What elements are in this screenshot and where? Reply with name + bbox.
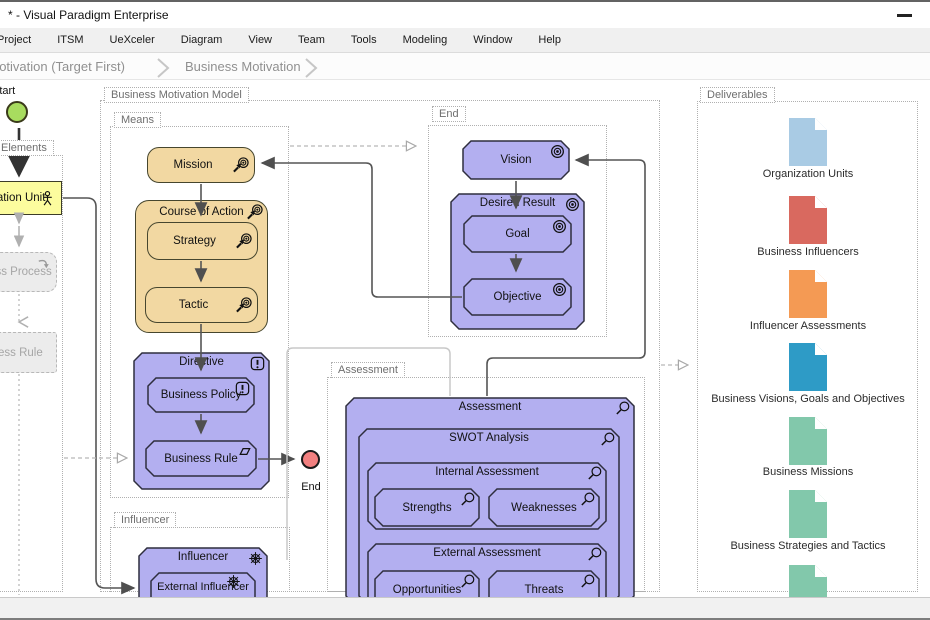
goal-node[interactable]: Goal [463, 215, 572, 253]
magnifier-icon [459, 573, 476, 590]
window-title: * - Visual Paradigm Enterprise [8, 8, 169, 22]
actor-icon [39, 190, 56, 207]
document-icon[interactable] [789, 270, 827, 318]
menu-uexceler[interactable]: UeXceler [97, 34, 168, 46]
dart-icon [246, 204, 263, 221]
deliverable-label: Business Strategies and Tactics [698, 540, 918, 552]
document-icon[interactable] [789, 343, 827, 391]
start-node[interactable] [6, 101, 28, 123]
menu-help[interactable]: Help [525, 34, 574, 46]
opportunities-node[interactable]: Opportunities [374, 570, 480, 597]
magnifier-icon [579, 491, 596, 508]
helm-wheel-icon [247, 550, 264, 567]
document-icon[interactable] [789, 565, 827, 597]
menu-view[interactable]: View [235, 34, 285, 46]
menu-window[interactable]: Window [460, 34, 525, 46]
deliverable-label: Business Visions, Goals and Objectives [698, 393, 918, 405]
bullseye-icon [551, 281, 568, 298]
deliverable-label: Influencer Assessments [698, 320, 918, 332]
org-unit-node[interactable]: Organization Unit [0, 181, 62, 215]
bullseye-icon [551, 218, 568, 235]
threats-node[interactable]: Threats [488, 570, 600, 597]
elements-group-label[interactable]: Elements [0, 140, 54, 156]
magnifier-icon [459, 491, 476, 508]
helm-wheel-icon [225, 573, 242, 590]
breadcrumb-item-current[interactable]: Business Motivation [185, 59, 301, 74]
document-icon[interactable] [789, 490, 827, 538]
external-influencer-node[interactable]: External Influencer [150, 572, 256, 597]
menu-modeling[interactable]: Modeling [390, 34, 461, 46]
menu-itsm[interactable]: ITSM [44, 34, 96, 46]
minimize-button[interactable] [897, 14, 912, 17]
document-icon[interactable] [789, 118, 827, 166]
deliverable-label: Business Influencers [698, 246, 918, 258]
magnifier-icon [614, 400, 631, 417]
end-node-label: End [287, 481, 335, 493]
mission-node[interactable]: Mission [147, 147, 255, 183]
vision-node[interactable]: Vision [462, 140, 570, 180]
app-window: Elements Business Motivation Model Means… [0, 0, 930, 620]
dart-icon [232, 157, 249, 174]
elements-group[interactable] [0, 155, 63, 592]
chevron-right-icon [155, 57, 171, 79]
influencer-group-label[interactable]: Influencer [114, 512, 176, 528]
business-rule-node[interactable]: Business Rule [145, 440, 257, 477]
dart-icon [235, 297, 252, 314]
deliverables-group-label[interactable]: Deliverables [700, 87, 775, 103]
left-business-rule-node[interactable]: Business Rule [0, 332, 57, 373]
weaknesses-node[interactable]: Weaknesses [488, 488, 600, 527]
start-label: Start [0, 85, 15, 97]
bmm-group-label[interactable]: Business Motivation Model [104, 87, 249, 103]
assessment-group-label[interactable]: Assessment [331, 362, 405, 378]
means-group-label[interactable]: Means [114, 112, 161, 128]
menubar: Project ITSM UeXceler Diagram View Team … [0, 28, 930, 52]
exclamation-icon [249, 355, 266, 372]
process-node[interactable]: Business Process [0, 252, 57, 292]
bullseye-icon [564, 196, 581, 213]
magnifier-icon [586, 465, 603, 482]
menu-team[interactable]: Team [285, 34, 338, 46]
statusbar [0, 597, 930, 618]
menu-diagram[interactable]: Diagram [168, 34, 236, 46]
tactic-node[interactable]: Tactic [145, 287, 258, 323]
breadcrumb-item-parent[interactable]: Business Motivation (Target First) [0, 59, 125, 74]
titlebar: * - Visual Paradigm Enterprise [0, 2, 930, 28]
end-group-label[interactable]: End [432, 106, 466, 122]
magnifier-icon [586, 546, 603, 563]
bullseye-icon [549, 143, 566, 160]
business-policy-node[interactable]: Business Policy [147, 377, 255, 413]
chevron-right-icon [303, 57, 319, 79]
menu-tools[interactable]: Tools [338, 34, 390, 46]
deliverable-label: Organization Units [698, 168, 918, 180]
end-node[interactable] [301, 450, 320, 469]
document-icon[interactable] [789, 417, 827, 465]
objective-node[interactable]: Objective [463, 278, 572, 316]
parallelogram-icon [236, 443, 253, 460]
deliverable-label: Business Missions [698, 466, 918, 478]
strengths-node[interactable]: Strengths [374, 488, 480, 527]
magnifier-icon [599, 431, 616, 448]
diagram-canvas[interactable]: Elements Business Motivation Model Means… [0, 0, 930, 597]
menu-project[interactable]: Project [0, 34, 44, 46]
breadcrumb: Business Motivation (Target First) Busin… [0, 52, 930, 80]
magnifier-icon [579, 573, 596, 590]
exclamation-icon [234, 380, 251, 397]
strategy-node[interactable]: Strategy [147, 222, 258, 260]
dart-icon [235, 233, 252, 250]
subprocess-icon [35, 256, 52, 273]
document-icon[interactable] [789, 196, 827, 244]
